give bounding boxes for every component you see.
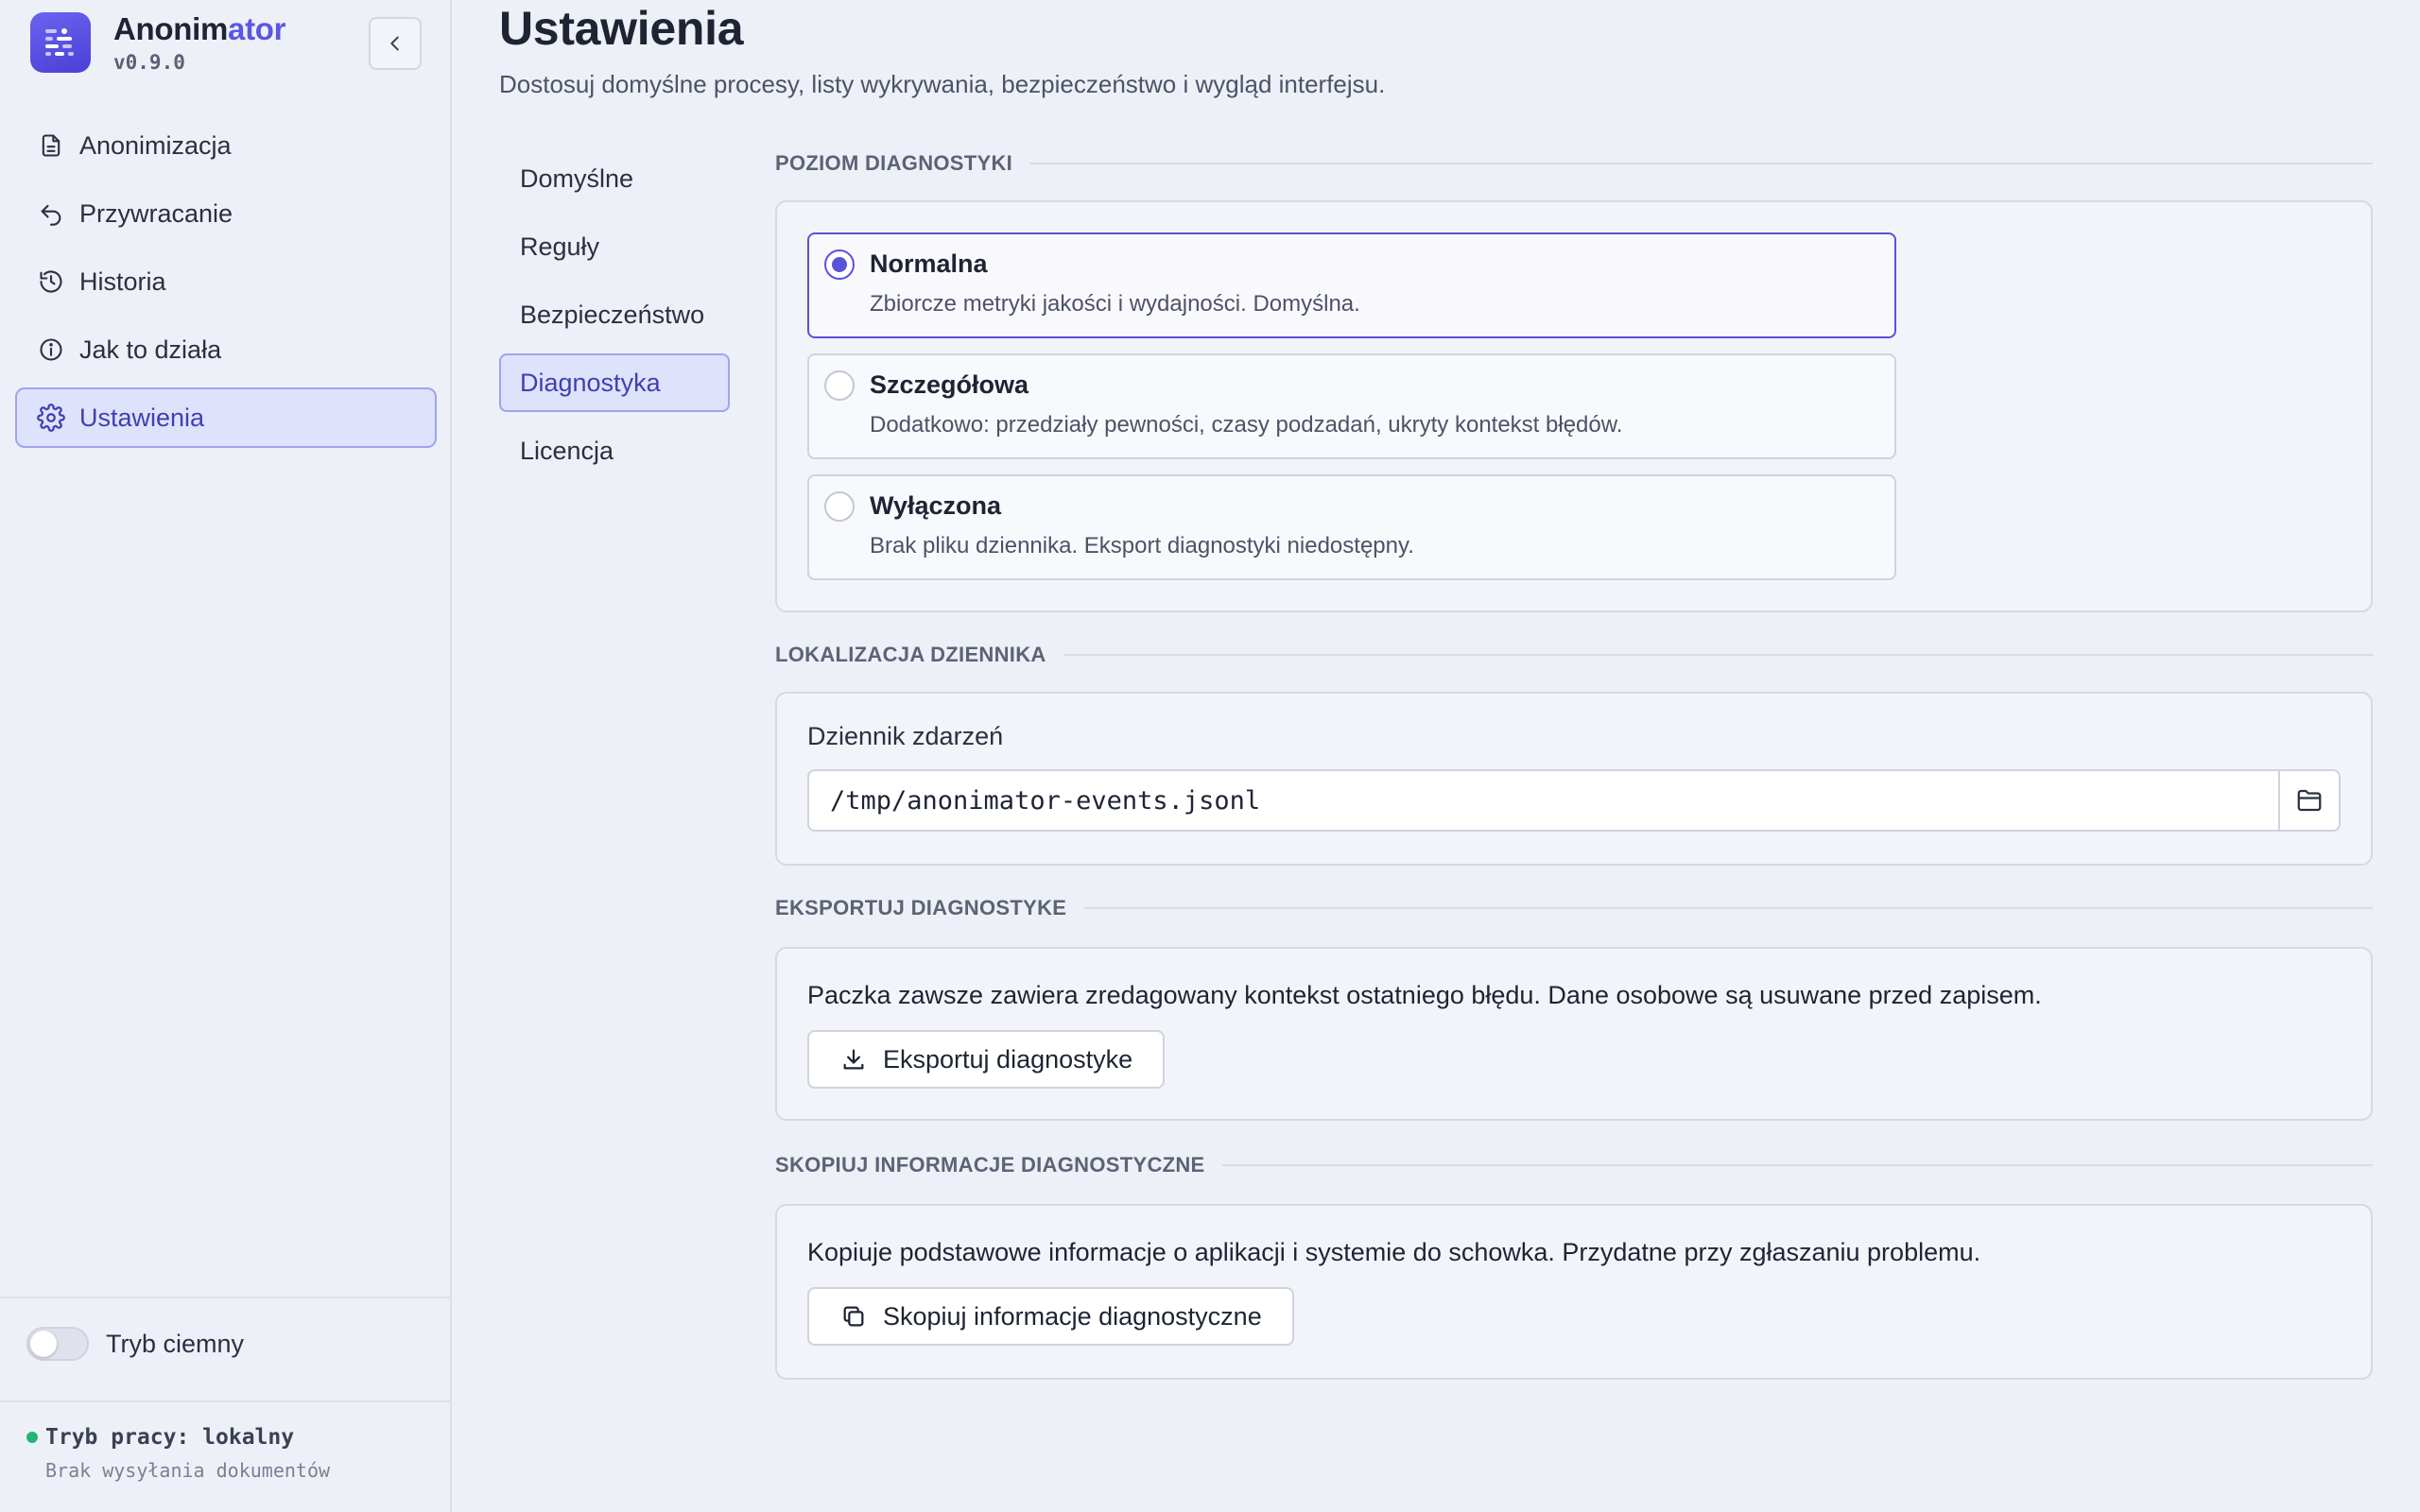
radio-option-title: Wyłączona — [870, 491, 1002, 520]
sidebar-item-label: Jak to działa — [79, 335, 222, 364]
radio-option-title: Szczegółowa — [870, 370, 1029, 399]
radio-option-desc: Brak pliku dziennika. Eksport diagnostyk… — [870, 533, 1414, 558]
divider — [0, 1297, 452, 1298]
radio-button[interactable] — [824, 370, 855, 401]
sidebar-item-ustawienia[interactable]: Ustawienia — [15, 387, 437, 448]
document-icon — [36, 130, 66, 161]
radio-option-wylaczona[interactable]: Wyłączona Brak pliku dziennika. Eksport … — [807, 474, 1896, 580]
section-header-log: LOKALIZACJA DZIENNIKA — [775, 643, 2373, 667]
app-version: v0.9.0 — [113, 51, 185, 74]
browse-folder-button[interactable] — [2278, 769, 2341, 832]
sidebar-item-label: Przywracanie — [79, 198, 233, 228]
info-icon — [36, 335, 66, 365]
settings-subnav: Domyślne Reguły Bezpieczeństwo Diagnosty… — [499, 149, 730, 490]
copy-icon — [839, 1302, 868, 1331]
radio-option-szczegolowa[interactable]: Szczegółowa Dodatkowo: przedziały pewnoś… — [807, 353, 1896, 459]
log-path-label: Dziennik zdarzeń — [807, 722, 1004, 750]
diagnostics-level-card: Normalna Zbiorcze metryki jakości i wyda… — [775, 200, 2373, 612]
history-icon — [36, 266, 66, 297]
sidebar-item-anonimizacja[interactable]: Anonimizacja — [15, 115, 437, 176]
work-mode-title: Tryb pracy: lokalny — [45, 1425, 295, 1450]
copy-description: Kopiuje podstawowe informacje o aplikacj… — [807, 1238, 1981, 1266]
subnav-item-domyslne[interactable]: Domyślne — [499, 149, 730, 208]
radio-option-normalna[interactable]: Normalna Zbiorcze metryki jakości i wyda… — [807, 232, 1896, 338]
sidebar-item-historia[interactable]: Historia — [15, 251, 437, 312]
section-header-level: POZIOM DIAGNOSTYKI — [775, 151, 2373, 176]
sidebar-item-label: Ustawienia — [79, 403, 205, 432]
page-title: Ustawienia — [499, 2, 744, 55]
subnav-item-diagnostyka[interactable]: Diagnostyka — [499, 353, 730, 412]
dark-mode-toggle[interactable]: Tryb ciemny — [26, 1327, 244, 1361]
sidebar-nav: Anonimizacja Przywracanie Historia Jak t… — [15, 115, 437, 455]
work-mode-status: Tryb pracy: lokalny Brak wysyłania dokum… — [26, 1425, 330, 1482]
copy-button-label: Skopiuj informacje diagnostyczne — [883, 1301, 1262, 1331]
dark-mode-label: Tryb ciemny — [106, 1329, 245, 1358]
page-subtitle: Dostosuj domyślne procesy, listy wykrywa… — [499, 70, 1386, 98]
sidebar-item-przywracanie[interactable]: Przywracanie — [15, 183, 437, 244]
copy-info-card: Kopiuje podstawowe informacje o aplikacj… — [775, 1204, 2373, 1380]
divider — [0, 1400, 452, 1402]
section-header-export: EKSPORTUJ DIAGNOSTYKE — [775, 896, 2373, 920]
export-card: Paczka zawsze zawiera zredagowany kontek… — [775, 947, 2373, 1121]
radio-button[interactable] — [824, 491, 855, 522]
log-path-input[interactable] — [807, 769, 2278, 832]
subnav-item-reguly[interactable]: Reguły — [499, 217, 730, 276]
subnav-item-licencja[interactable]: Licencja — [499, 421, 730, 480]
chevron-left-icon — [390, 36, 399, 51]
radio-button[interactable] — [824, 249, 855, 280]
app-logo-icon — [30, 12, 91, 73]
collapse-sidebar-button[interactable] — [369, 17, 422, 70]
subnav-item-bezpieczenstwo[interactable]: Bezpieczeństwo — [499, 285, 730, 344]
sidebar-item-jak-to-dziala[interactable]: Jak to działa — [15, 319, 437, 380]
sidebar-item-label: Anonimizacja — [79, 130, 232, 160]
log-location-card: Dziennik zdarzeń — [775, 692, 2373, 866]
sidebar-item-label: Historia — [79, 266, 166, 296]
copy-diagnostics-button[interactable]: Skopiuj informacje diagnostyczne — [807, 1287, 1294, 1346]
export-button-label: Eksportuj diagnostyke — [883, 1044, 1133, 1074]
work-mode-subtitle: Brak wysyłania dokumentów — [45, 1459, 331, 1482]
dark-mode-switch[interactable] — [26, 1327, 89, 1361]
app-name: Anonimator — [113, 11, 286, 46]
radio-option-desc: Zbiorcze metryki jakości i wydajności. D… — [870, 291, 1360, 317]
radio-option-title: Normalna — [870, 249, 988, 278]
undo-arrow-icon — [36, 198, 66, 229]
gear-icon — [36, 403, 66, 433]
status-dot-icon — [26, 1432, 38, 1443]
export-description: Paczka zawsze zawiera zredagowany kontek… — [807, 981, 2042, 1009]
section-header-copy: SKOPIUJ INFORMACJE DIAGNOSTYCZNE — [775, 1153, 2373, 1177]
download-icon — [839, 1045, 868, 1074]
brand: Anonimator v0.9.0 — [30, 11, 285, 74]
sidebar: Anonimator v0.9.0 Anonimizacja Przywraca… — [0, 0, 452, 1512]
radio-option-desc: Dodatkowo: przedziały pewności, czasy po… — [870, 412, 1623, 438]
export-diagnostics-button[interactable]: Eksportuj diagnostyke — [807, 1030, 1166, 1089]
folder-icon — [2297, 789, 2322, 812]
